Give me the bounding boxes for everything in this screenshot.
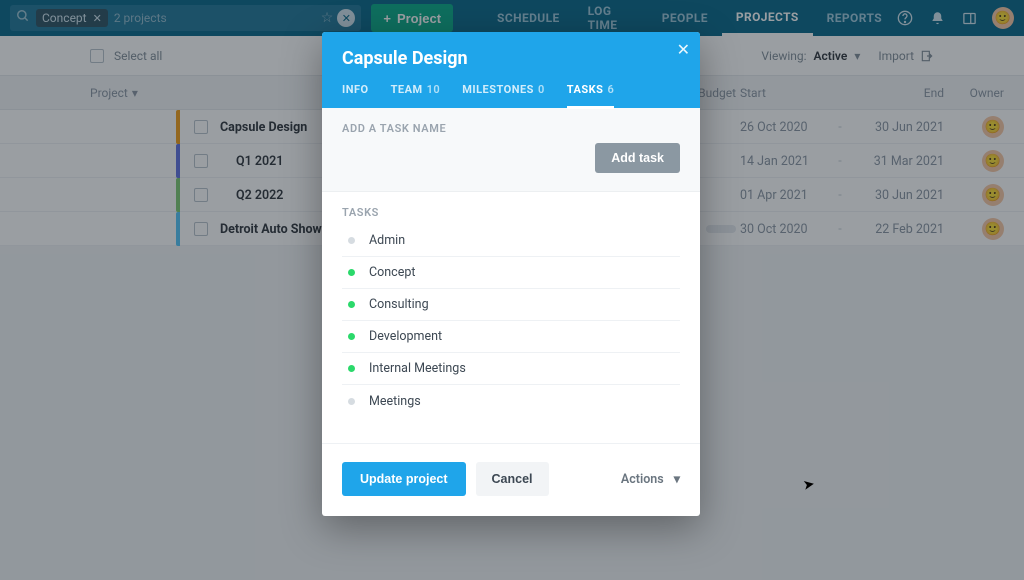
tab-milestones-label: MILESTONES	[462, 83, 534, 98]
task-row[interactable]: Development	[342, 321, 680, 353]
actions-label: Actions	[621, 472, 664, 487]
update-project-button[interactable]: Update project	[342, 462, 466, 496]
task-row[interactable]: Internal Meetings	[342, 353, 680, 385]
actions-dropdown[interactable]: Actions ▾	[621, 471, 680, 487]
cursor-icon: ➤	[802, 476, 816, 494]
task-name: Internal Meetings	[369, 361, 466, 376]
tasks-heading: TASKS	[342, 206, 680, 219]
tab-info-label: INFO	[342, 83, 369, 98]
tab-team-label: TEAM	[391, 83, 423, 98]
tab-tasks-count: 6	[607, 83, 614, 96]
tasks-list-section: TASKS Admin Concept Consulting Development I…	[322, 192, 700, 443]
tab-milestones-count: 0	[538, 83, 545, 98]
cancel-button[interactable]: Cancel	[476, 462, 549, 496]
task-name: Consulting	[369, 297, 429, 312]
tab-tasks-label: TASKS	[567, 83, 604, 96]
tab-team[interactable]: TEAM 10	[391, 83, 441, 108]
task-name: Meetings	[369, 394, 421, 409]
task-status-dot	[348, 301, 355, 308]
task-status-dot	[348, 365, 355, 372]
modal-footer: Update project Cancel Actions ▾	[322, 443, 700, 516]
tab-milestones[interactable]: MILESTONES 0	[462, 83, 545, 108]
task-name: Concept	[369, 265, 415, 280]
tab-info[interactable]: INFO	[342, 83, 369, 108]
modal-title: Capsule Design	[342, 48, 680, 69]
task-status-dot	[348, 237, 355, 244]
task-status-dot	[348, 398, 355, 405]
task-row[interactable]: Concept	[342, 257, 680, 289]
chevron-down-icon: ▾	[674, 471, 680, 487]
project-modal: ✕ Capsule Design INFO TEAM 10 MILESTONES 0…	[322, 32, 700, 516]
task-row[interactable]: Consulting	[342, 289, 680, 321]
add-task-button[interactable]: Add task	[595, 143, 680, 173]
add-task-section: ADD A TASK NAME Add task	[322, 108, 700, 192]
tab-tasks[interactable]: TASKS6	[567, 83, 614, 109]
add-task-input[interactable]: ADD A TASK NAME	[342, 122, 680, 135]
task-row[interactable]: Meetings	[342, 385, 680, 417]
close-icon[interactable]: ✕	[677, 40, 690, 59]
task-name: Development	[369, 329, 442, 344]
task-name: Admin	[369, 233, 405, 248]
task-status-dot	[348, 333, 355, 340]
modal-tabs: INFO TEAM 10 MILESTONES 0 TASKS6	[342, 83, 680, 108]
tab-team-count: 10	[427, 83, 441, 98]
task-row[interactable]: Admin	[342, 225, 680, 257]
task-status-dot	[348, 269, 355, 276]
modal-header: ✕ Capsule Design INFO TEAM 10 MILESTONES 0…	[322, 32, 700, 108]
